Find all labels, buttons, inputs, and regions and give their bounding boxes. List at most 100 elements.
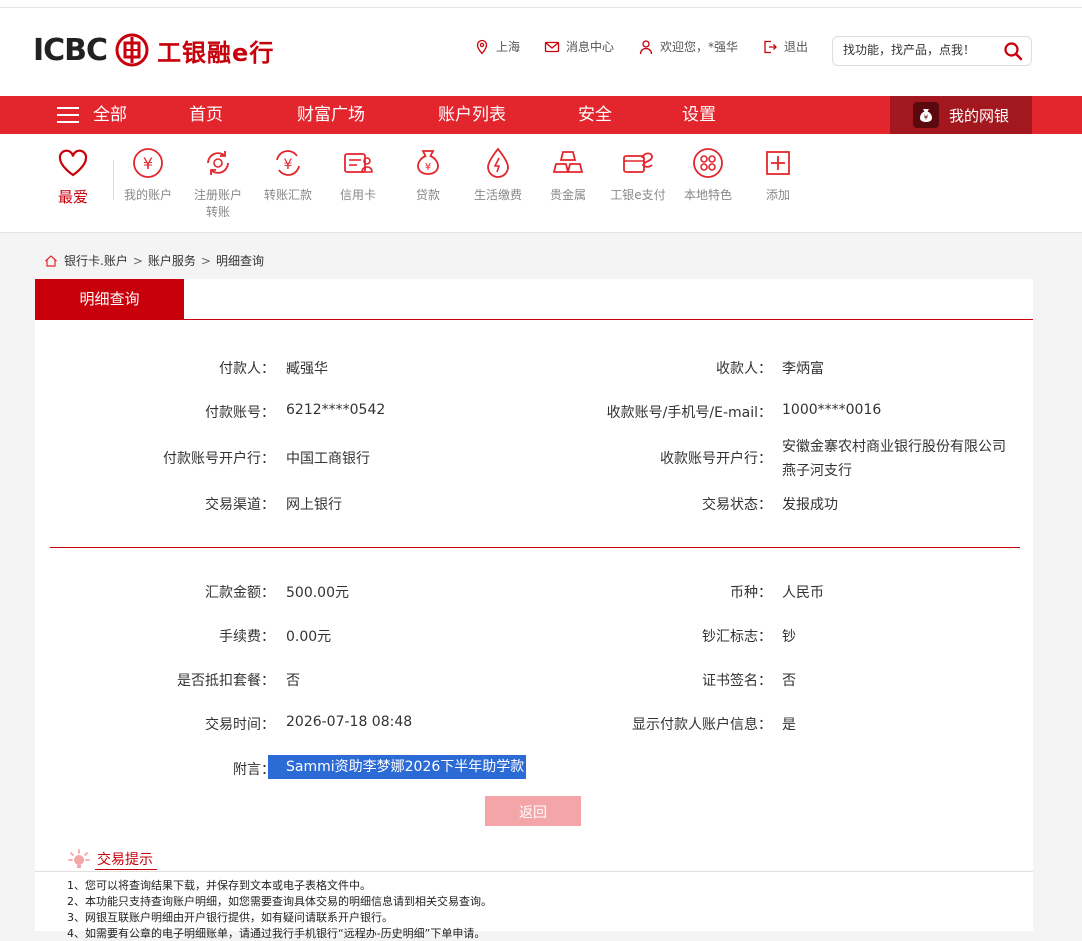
payee-label: 收款人： [716, 361, 772, 377]
quick-credit-card[interactable]: 信用卡 [323, 146, 393, 203]
payee-account-value: 1000****0016 [782, 402, 882, 418]
precious-metal-icon [552, 151, 584, 173]
nav-security[interactable]: 安全 [578, 96, 612, 134]
money-bag-icon: ¥ [912, 102, 939, 128]
quick-local-feature[interactable]: 本地特色 [673, 146, 743, 203]
amount-value: 500.00元 [286, 585, 349, 601]
payer-label: 付款人： [219, 361, 275, 377]
register-transfer-icon [207, 151, 229, 175]
nav-settings[interactable]: 设置 [682, 96, 716, 134]
my-online-bank-button[interactable]: ¥ 我的网银 [890, 96, 1032, 134]
transfer-icon: ¥ [276, 150, 300, 176]
search-icon[interactable] [1003, 41, 1023, 61]
package-value: 否 [286, 673, 300, 689]
breadcrumb-item-detail-query: 明细查询 [215, 254, 264, 268]
icbc-logo[interactable]: ICBC 工银融e行 [33, 28, 274, 72]
home-icon[interactable] [44, 254, 58, 268]
transaction-tips: 交易提示 1、您可以将查询结果下载，并保存到文本或电子表格文件中。 2、本功能只… [35, 839, 1033, 940]
package-label: 是否抵扣套餐： [177, 673, 275, 689]
back-button[interactable]: 返回 [485, 796, 581, 826]
payer-bank-label: 付款账号开户行： [163, 451, 275, 467]
quick-precious-metal-label: 贵金属 [549, 188, 586, 202]
breadcrumb-separator: > [200, 253, 211, 268]
nav-all[interactable]: 全部 [57, 96, 127, 134]
breadcrumb-item-card-account[interactable]: 银行卡.账户 [64, 252, 128, 269]
detail-panel: 明细查询 付款人： 臧强华 收款人： 李炳富 付款账号： 6212****054… [35, 279, 1033, 839]
breadcrumb: 银行卡.账户 > 账户服务 > 明细查询 [44, 252, 264, 269]
logo-text: ICBC [33, 32, 108, 68]
quick-epay[interactable]: 工银e支付 [603, 146, 673, 203]
section-divider [50, 547, 1020, 548]
svg-text:¥: ¥ [143, 154, 153, 173]
time-value: 2026-07-18 08:48 [286, 714, 413, 730]
payee-account-label: 收款账号/手机号/E-mail： [606, 405, 772, 421]
credit-card-icon [344, 153, 373, 173]
svg-text:¥: ¥ [425, 162, 431, 173]
location-pin-icon [476, 39, 488, 54]
quick-loan[interactable]: ¥ 贷款 [393, 146, 463, 203]
logout-link[interactable]: 退出 [762, 38, 808, 55]
payee-bank-value-line1: 安徽金寨农村商业银行股份有限公司 [782, 439, 1006, 455]
payer-account-label: 付款账号： [205, 405, 275, 421]
tips-divider [35, 871, 1033, 872]
tip-line-3: 3、网银互联账户明细由开户银行提供，如有疑问请联系开户银行。 [67, 911, 393, 924]
payer-account-value: 6212****0542 [286, 402, 386, 418]
tab-underline [35, 319, 1033, 320]
row-package: 是否抵扣套餐： 否 证书签名： 否 [35, 670, 1033, 690]
quick-my-account[interactable]: ¥ 我的账户 [113, 146, 183, 203]
show-info-label: 显示付款人账户信息： [632, 717, 772, 733]
nav-home[interactable]: 首页 [189, 96, 223, 134]
fee-label: 手续费： [219, 629, 275, 645]
quick-loan-label: 贷款 [415, 188, 440, 202]
tab-detail-query[interactable]: 明细查询 [35, 279, 184, 319]
tips-title: 交易提示 [97, 852, 153, 868]
cert-label: 证书签名： [702, 673, 772, 689]
quick-utility-payment-label: 生活缴费 [473, 188, 522, 202]
nav-all-label: 全部 [93, 105, 127, 125]
nav-wealth-square[interactable]: 财富广场 [297, 96, 365, 134]
header-links: 上海 消息中心 欢迎您，*强华 退出 [474, 38, 832, 55]
tips-title-underline [95, 869, 157, 870]
tip-line-4: 4、如需要有公章的电子明细账单，请通过我行手机银行“远程办-历史明细”下单申请。 [67, 927, 486, 940]
quick-epay-label: 工银e支付 [610, 188, 666, 202]
show-info-value: 是 [782, 717, 796, 733]
icbc-seal-icon [115, 33, 149, 67]
location-link[interactable]: 上海 [474, 38, 520, 55]
search-input[interactable] [843, 43, 993, 57]
payee-bank-label: 收款账号开户行： [660, 451, 772, 467]
quick-add[interactable]: 添加 [743, 146, 813, 203]
search-box[interactable] [832, 36, 1032, 66]
quick-utility-payment[interactable]: 生活缴费 [463, 146, 533, 203]
currency-label: 币种： [730, 585, 772, 601]
location-label: 上海 [496, 40, 521, 54]
channel-label: 交易渠道： [205, 497, 275, 513]
row-bank: 付款账号开户行： 中国工商银行 收款账号开户行： 安徽金寨农村商业银行股份有限公… [35, 436, 1033, 480]
welcome-user[interactable]: 欢迎您，*强华 [638, 38, 738, 55]
logout-label: 退出 [784, 40, 809, 54]
quick-transfer[interactable]: ¥ 转账汇款 [253, 146, 323, 203]
message-center-link[interactable]: 消息中心 [544, 38, 614, 55]
note-value[interactable]: Sammi资助李梦娜2026下半年助学款 [286, 755, 527, 779]
payee-value: 李炳富 [782, 361, 824, 377]
main-nav: 全部 首页 财富广场 账户列表 安全 设置 ¥ 我的网银 [0, 96, 1082, 134]
currency-value: 人民币 [782, 585, 824, 601]
utility-payment-icon [487, 147, 509, 178]
nav-account-list[interactable]: 账户列表 [438, 96, 506, 134]
breadcrumb-separator: > [132, 253, 143, 268]
epay-icon [623, 152, 653, 173]
cash-flag-label: 钞汇标志： [702, 629, 772, 645]
quick-register-transfer[interactable]: 注册账户 转账 [183, 146, 253, 220]
lightbulb-icon [68, 849, 90, 868]
welcome-label: 欢迎您，*强华 [660, 40, 739, 54]
message-center-label: 消息中心 [566, 40, 615, 54]
cash-flag-value: 钞 [782, 629, 796, 645]
logout-icon [764, 40, 777, 53]
status-value: 发报成功 [782, 497, 838, 513]
quick-precious-metal[interactable]: 贵金属 [533, 146, 603, 203]
quick-credit-card-label: 信用卡 [339, 188, 376, 202]
breadcrumb-item-account-service[interactable]: 账户服务 [148, 252, 196, 269]
favorites[interactable]: 最爱 [48, 146, 98, 207]
time-label: 交易时间： [205, 717, 275, 733]
row-channel: 交易渠道： 网上银行 交易状态： 发报成功 [35, 494, 1033, 514]
quick-my-account-label: 我的账户 [123, 188, 172, 202]
